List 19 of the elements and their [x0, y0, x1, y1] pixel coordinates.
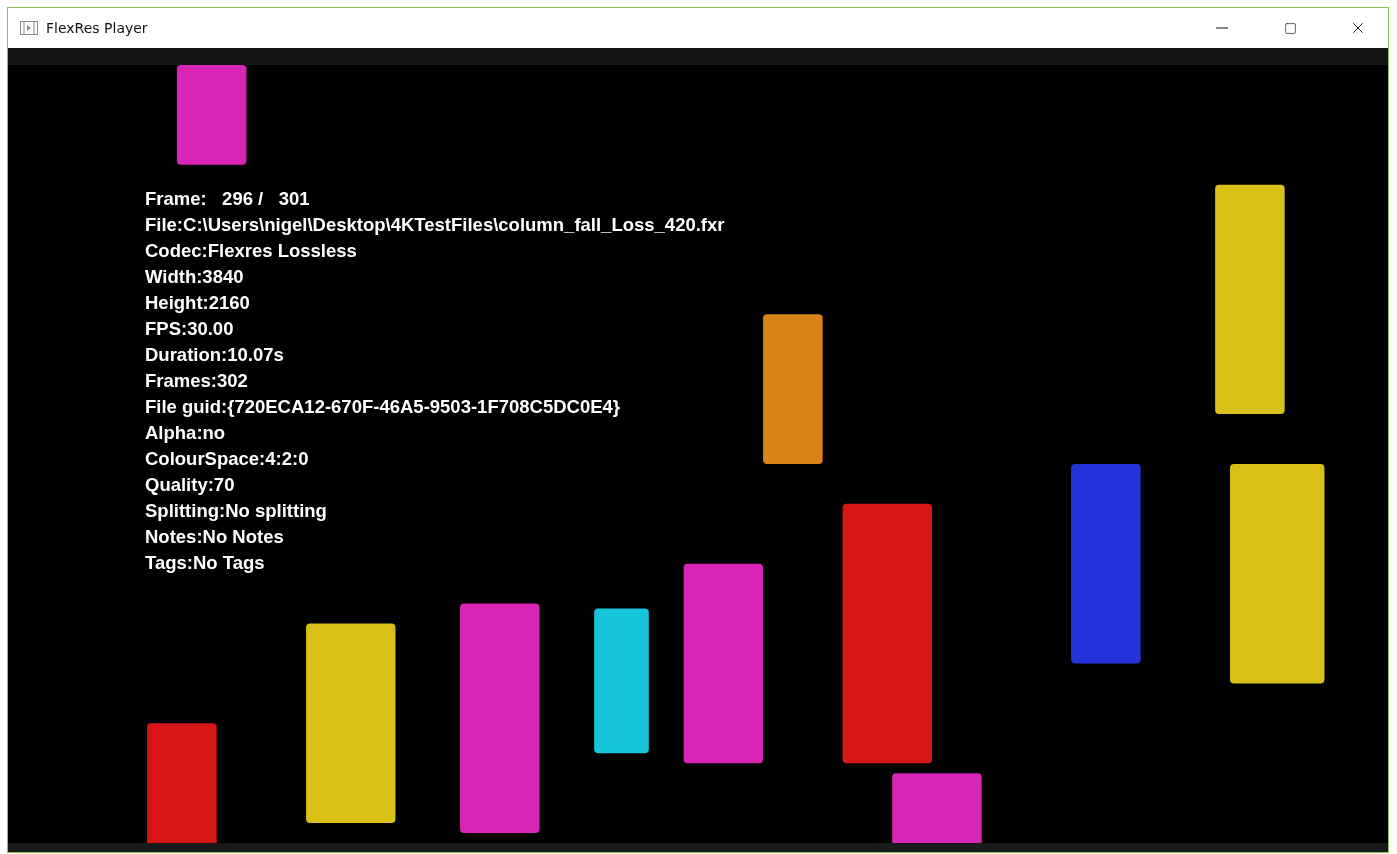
- window-title: FlexRes Player: [46, 20, 149, 36]
- info-line: Quality:70: [145, 473, 235, 497]
- info-line: Frames:302: [145, 369, 248, 393]
- maximize-icon: [1283, 21, 1297, 35]
- info-line: Notes:No Notes: [145, 525, 284, 549]
- info-line: FPS:30.00: [145, 317, 234, 341]
- info-line: Splitting:No splitting: [145, 499, 327, 523]
- film-icon: [20, 21, 38, 35]
- info-line: Tags:No Tags: [145, 551, 265, 575]
- info-line: Height:2160: [145, 291, 250, 315]
- info-line: File:C:\Users\nigel\Desktop\4KTestFiles\column_fall_Loss_420.fxr: [145, 213, 725, 237]
- info-line: ColourSpace:4:2:0: [145, 447, 309, 471]
- info-line: Alpha:no: [145, 421, 226, 445]
- info-line: Duration:10.07s: [145, 343, 284, 367]
- info-line: Width:3840: [145, 265, 244, 289]
- info-line: Frame: 296 / 301: [145, 187, 310, 211]
- minimize-icon: [1216, 27, 1228, 29]
- info-line: Codec:Flexres Lossless: [145, 239, 357, 263]
- info-line: File guid:{720ECA12-670F-46A5-9503-1F708C5DC0E4}: [145, 395, 621, 419]
